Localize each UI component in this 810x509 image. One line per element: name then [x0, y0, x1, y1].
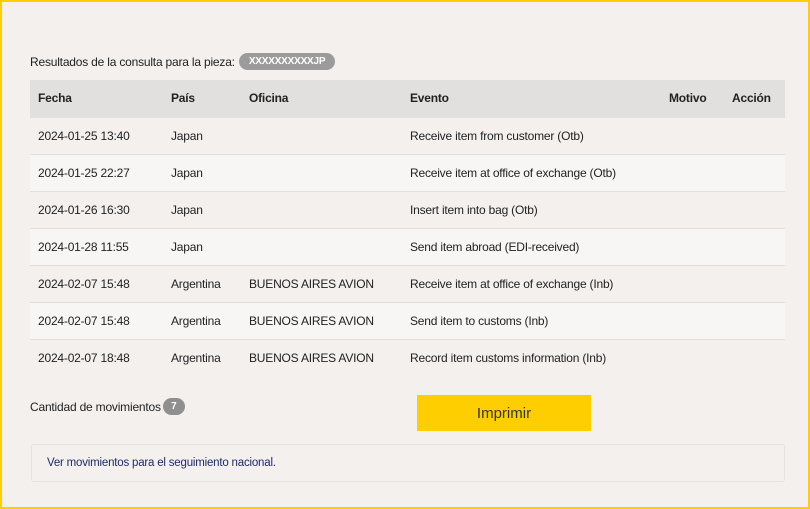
cell-evento: Receive item at office of exchange (Inb)	[402, 264, 661, 302]
cell-fecha: 2024-01-26 16:30	[30, 190, 163, 228]
national-tracking-box: Ver movimientos para el seguimiento naci…	[31, 444, 785, 482]
cell-evento: Receive item at office of exchange (Otb)	[402, 153, 661, 191]
cell-pais: Japan	[163, 227, 241, 265]
cell-pais: Argentina	[163, 301, 241, 339]
table-row: 2024-01-26 16:30 Japan Insert item into …	[30, 190, 785, 228]
cell-accion	[724, 264, 785, 302]
count-label: Cantidad de movimientos	[30, 399, 161, 414]
piece-id-badge: XXXXXXXXXXJP	[238, 53, 336, 70]
cell-motivo	[661, 227, 724, 265]
cell-accion	[724, 153, 785, 191]
cell-pais: Argentina	[163, 338, 241, 376]
cell-oficina	[241, 116, 402, 154]
cell-accion	[724, 190, 785, 228]
query-header: Resultados de la consulta para la pieza:…	[30, 53, 336, 70]
cell-motivo	[661, 301, 724, 339]
cell-pais: Japan	[163, 116, 241, 154]
cell-motivo	[661, 116, 724, 154]
cell-fecha: 2024-02-07 15:48	[30, 264, 163, 302]
cell-oficina: BUENOS AIRES AVION	[241, 338, 402, 376]
cell-fecha: 2024-02-07 18:48	[30, 338, 163, 376]
cell-motivo	[661, 153, 724, 191]
cell-oficina: BUENOS AIRES AVION	[241, 301, 402, 339]
cell-motivo	[661, 264, 724, 302]
header-fecha: Fecha	[30, 80, 163, 117]
cell-pais: Japan	[163, 190, 241, 228]
table-row: 2024-01-25 13:40 Japan Receive item from…	[30, 116, 785, 154]
cell-evento: Record item customs information (Inb)	[402, 338, 661, 376]
cell-accion	[724, 227, 785, 265]
count-badge: 7	[162, 398, 185, 415]
header-accion: Acción	[724, 80, 785, 117]
cell-fecha: 2024-02-07 15:48	[30, 301, 163, 339]
cell-evento: Send item abroad (EDI-received)	[402, 227, 661, 265]
print-button[interactable]: Imprimir	[417, 395, 591, 431]
cell-evento: Send item to customs (Inb)	[402, 301, 661, 339]
cell-accion	[724, 301, 785, 339]
cell-motivo	[661, 190, 724, 228]
query-label: Resultados de la consulta para la pieza:	[30, 54, 235, 69]
cell-oficina	[241, 153, 402, 191]
table-row: 2024-02-07 18:48 Argentina BUENOS AIRES …	[30, 338, 785, 376]
movements-count: Cantidad de movimientos 7	[30, 398, 185, 415]
header-pais: País	[163, 80, 241, 117]
cell-oficina: BUENOS AIRES AVION	[241, 264, 402, 302]
national-tracking-link[interactable]: Ver movimientos para el seguimiento naci…	[47, 457, 276, 469]
cell-oficina	[241, 190, 402, 228]
cell-motivo	[661, 338, 724, 376]
cell-fecha: 2024-01-25 13:40	[30, 116, 163, 154]
table-row: 2024-01-28 11:55 Japan Send item abroad …	[30, 227, 785, 265]
cell-pais: Japan	[163, 153, 241, 191]
table-header-row: Fecha País Oficina Evento Motivo Acción	[30, 80, 785, 117]
cell-oficina	[241, 227, 402, 265]
cell-pais: Argentina	[163, 264, 241, 302]
cell-accion	[724, 116, 785, 154]
cell-evento: Insert item into bag (Otb)	[402, 190, 661, 228]
cell-fecha: 2024-01-25 22:27	[30, 153, 163, 191]
header-oficina: Oficina	[241, 80, 402, 117]
header-evento: Evento	[402, 80, 661, 117]
movements-table: Fecha País Oficina Evento Motivo Acción …	[30, 80, 785, 376]
table-row: 2024-02-07 15:48 Argentina BUENOS AIRES …	[30, 301, 785, 339]
results-panel: Resultados de la consulta para la pieza:…	[0, 0, 810, 509]
cell-accion	[724, 338, 785, 376]
header-motivo: Motivo	[661, 80, 724, 117]
cell-fecha: 2024-01-28 11:55	[30, 227, 163, 265]
table-row: 2024-01-25 22:27 Japan Receive item at o…	[30, 153, 785, 191]
cell-evento: Receive item from customer (Otb)	[402, 116, 661, 154]
table-row: 2024-02-07 15:48 Argentina BUENOS AIRES …	[30, 264, 785, 302]
